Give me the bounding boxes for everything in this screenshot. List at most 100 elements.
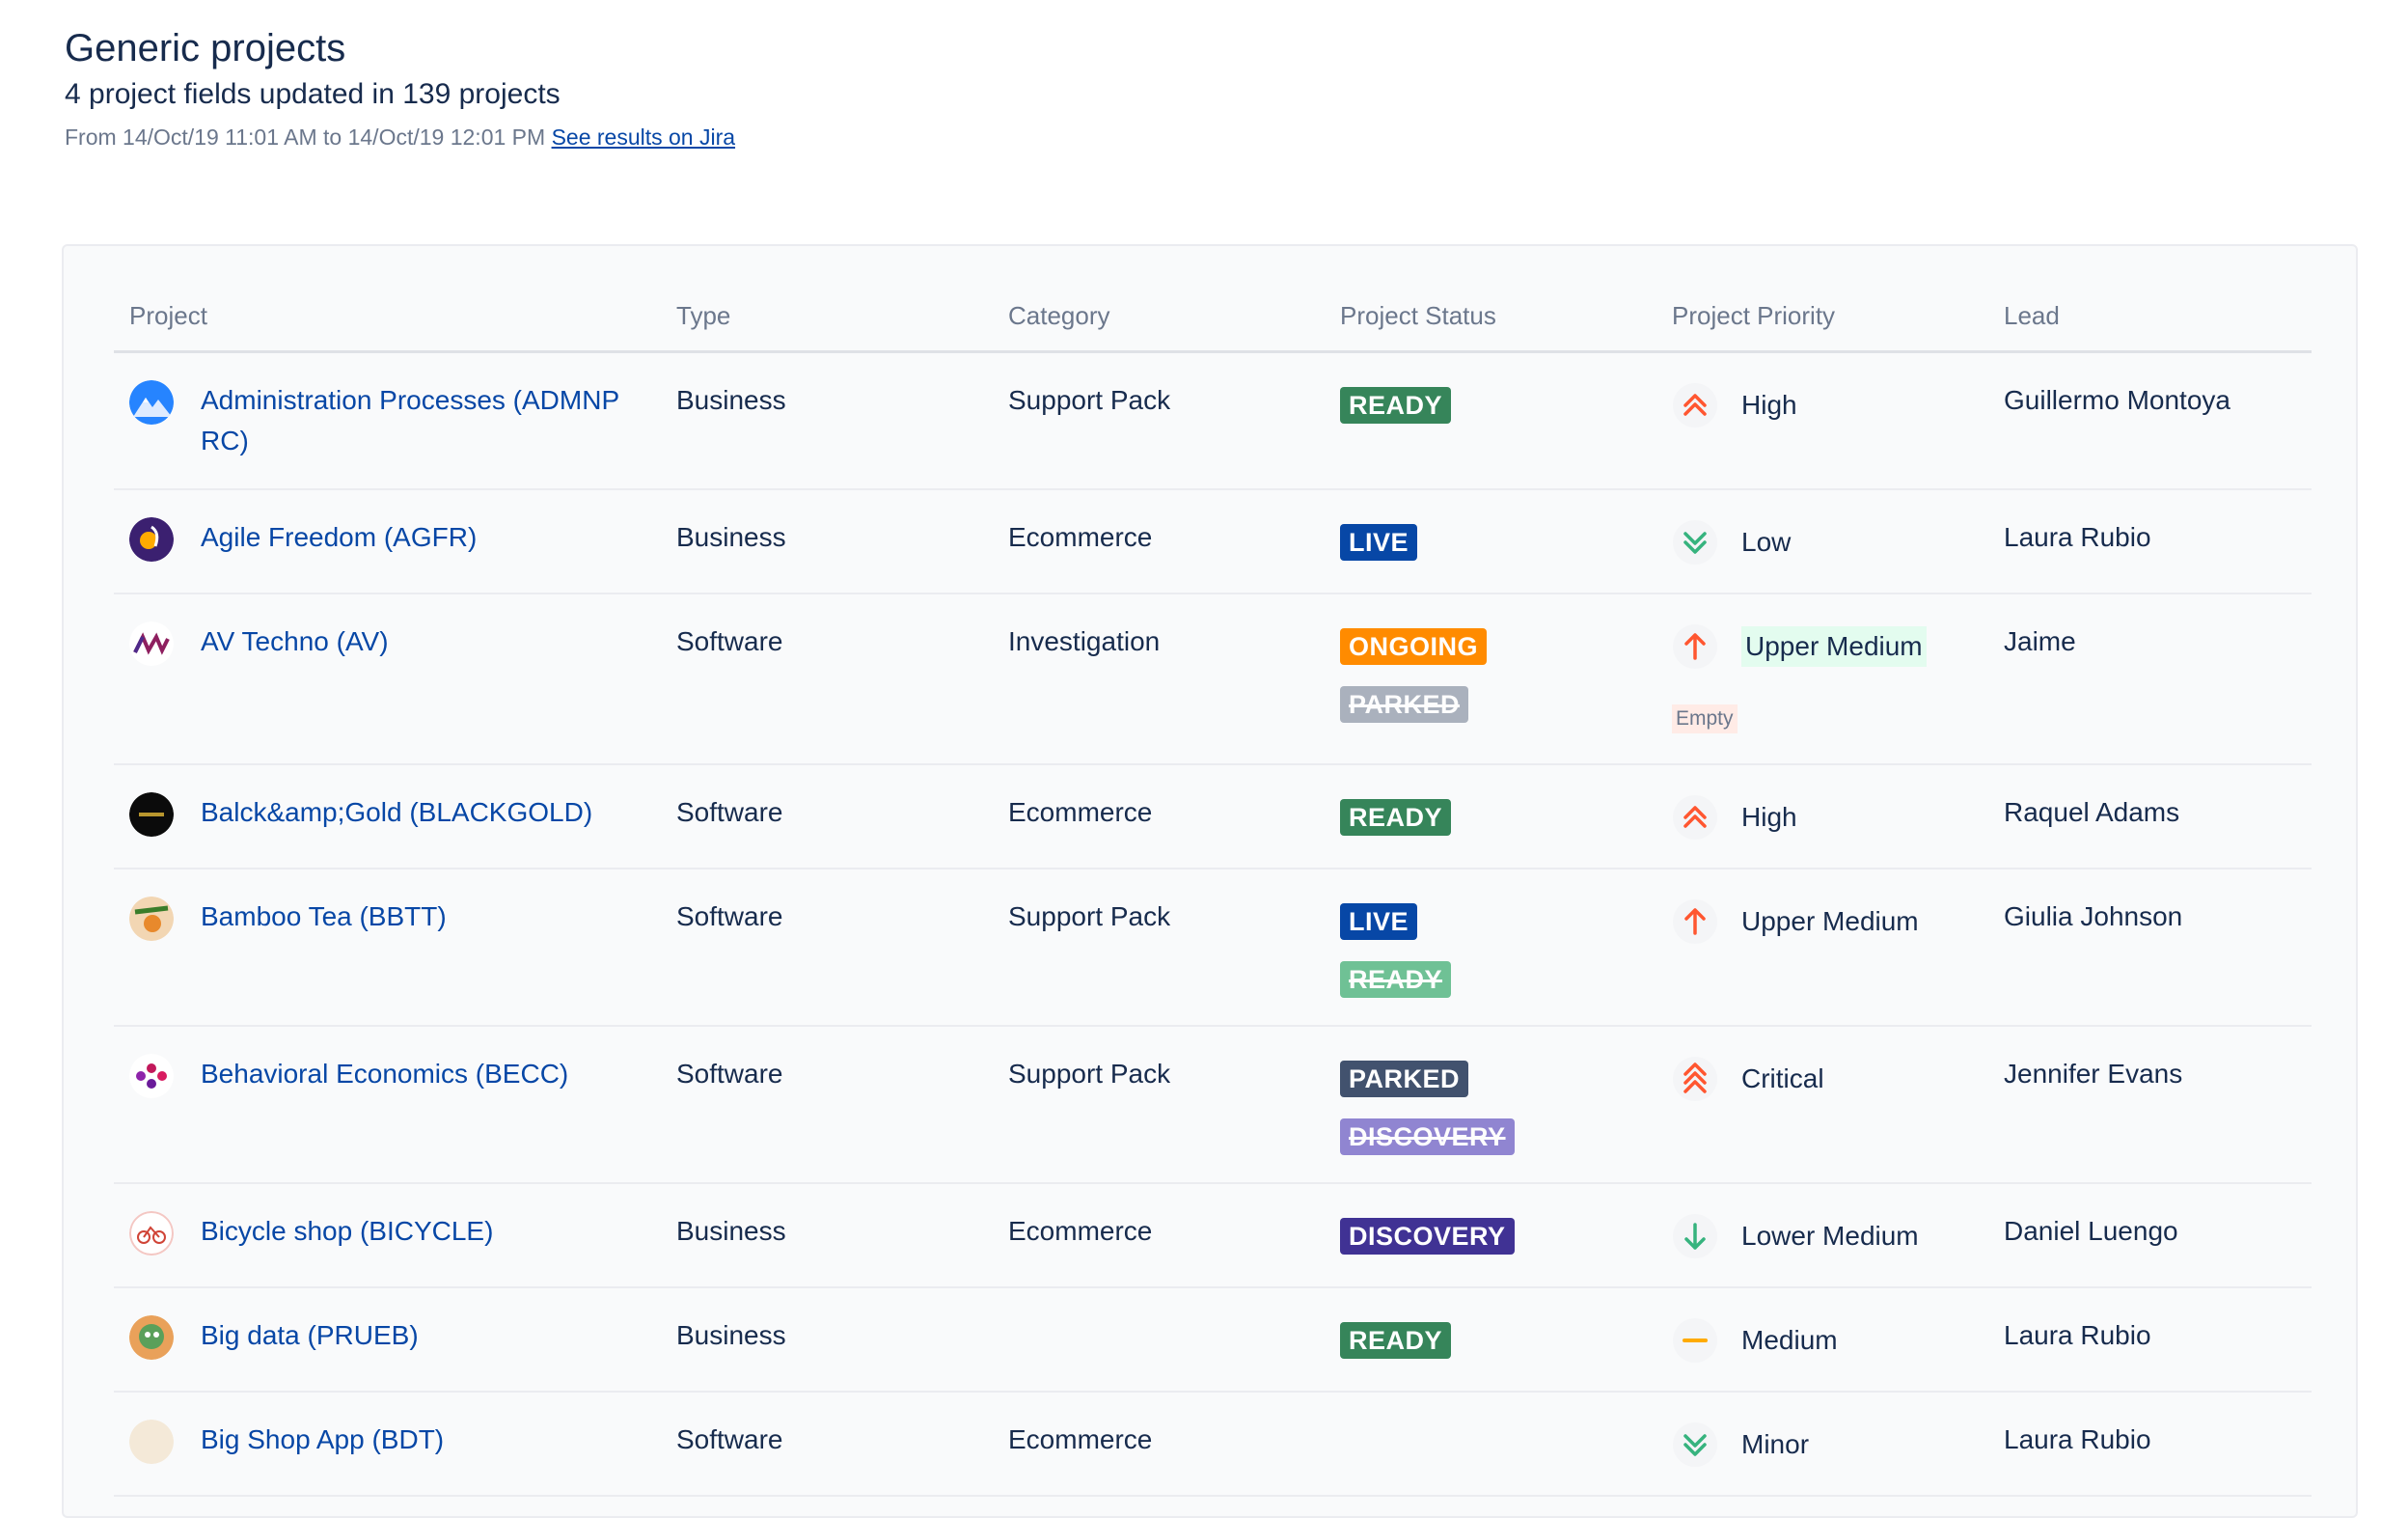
previous-priority-empty: Empty <box>1672 704 1738 733</box>
table-row: Bicycle shop (BICYCLE) Business Ecommerce D… <box>114 1183 2312 1288</box>
priority-label: Lower Medium <box>1741 1221 1919 1251</box>
page-header: Generic projects 4 project fields update… <box>65 23 735 158</box>
cell-project: Administration Processes (ADMNP RC) <box>114 351 661 490</box>
page-title: Generic projects <box>65 27 346 69</box>
table-row: Bamboo Tea (BBTT) Software Support Pack LIV… <box>114 869 2312 1027</box>
cell-priority: Upper Medium <box>1656 869 1988 1027</box>
cell-category: Ecommerce <box>993 489 1325 594</box>
projects-table: Project Type Category Project Status Pro… <box>114 281 2312 1497</box>
cell-category: Ecommerce <box>993 1183 1325 1288</box>
priority-high-icon <box>1672 794 1741 841</box>
project-link[interactable]: Behavioral Economics (BECC) <box>201 1054 568 1094</box>
cell-project: Big Shop App (BDT) <box>114 1392 661 1497</box>
cell-priority: Medium <box>1656 1287 1988 1393</box>
projects-card: Project Type Category Project Status Pro… <box>62 244 2358 1518</box>
cell-lead: Laura Rubio <box>1988 1287 2312 1393</box>
cell-status: PARKED DISCOVERY <box>1325 1026 1656 1184</box>
priority-label: Low <box>1741 527 1792 557</box>
status-lozenge: LIVE <box>1340 524 1418 561</box>
table-row: Behavioral Economics (BECC) Software Suppo… <box>114 1026 2312 1184</box>
cell-project: Behavioral Economics (BECC) <box>114 1026 661 1184</box>
column-header-priority[interactable]: Project Priority <box>1656 281 1988 353</box>
cell-project: AV Techno (AV) <box>114 593 661 765</box>
project-link[interactable]: Bicycle shop (BICYCLE) <box>201 1211 493 1252</box>
priority-critical-icon <box>1672 1056 1741 1102</box>
project-link[interactable]: Big Shop App (BDT) <box>201 1420 444 1460</box>
black-gold-icon <box>129 792 174 837</box>
column-header-lead[interactable]: Lead <box>1988 281 2312 353</box>
priority-value: Critical <box>1672 1056 1988 1102</box>
cell-status: READY <box>1325 351 1656 490</box>
cell-category: Investigation <box>993 593 1325 765</box>
cell-category <box>993 1287 1325 1393</box>
priority-value: High <box>1672 382 1988 428</box>
cell-type: Software <box>661 764 993 869</box>
cell-priority: Low <box>1656 489 1988 594</box>
cell-type: Software <box>661 1026 993 1184</box>
cell-type: Business <box>661 1287 993 1393</box>
priority-medium-icon <box>1672 1317 1741 1364</box>
cell-project: Bamboo Tea (BBTT) <box>114 869 661 1027</box>
cell-lead: Guillermo Montoya <box>1988 351 2312 490</box>
cell-status <box>1325 1392 1656 1497</box>
priority-value: Upper Medium <box>1672 898 1988 945</box>
priority-low-icon <box>1672 1421 1741 1468</box>
agile-freedom-icon <box>129 517 174 562</box>
cell-lead: Jennifer Evans <box>1988 1026 2312 1184</box>
cell-status: ONGOING PARKED <box>1325 593 1656 765</box>
date-range-line: From 14/Oct/19 11:01 AM to 14/Oct/19 12:… <box>65 116 735 158</box>
column-header-status[interactable]: Project Status <box>1325 281 1656 353</box>
status-lozenge: PARKED <box>1340 1061 1469 1097</box>
cell-category: Ecommerce <box>993 1392 1325 1497</box>
project-link[interactable]: AV Techno (AV) <box>201 621 389 662</box>
column-header-category[interactable]: Category <box>993 281 1325 353</box>
status-lozenge: READY <box>1340 387 1452 424</box>
table-header-row: Project Type Category Project Status Pro… <box>114 281 2312 353</box>
table-row: Big Shop App (BDT) Software Ecommerce Minor… <box>114 1392 2312 1497</box>
table-row: Big data (PRUEB) Business READY Medium Laura… <box>114 1287 2312 1393</box>
cell-priority: High <box>1656 764 1988 869</box>
cell-type: Business <box>661 489 993 594</box>
cell-status: LIVE <box>1325 489 1656 594</box>
column-header-project[interactable]: Project <box>114 281 661 353</box>
cell-lead: Giulia Johnson <box>1988 869 2312 1027</box>
cell-lead: Jaime <box>1988 593 2312 765</box>
cell-category: Ecommerce <box>993 764 1325 869</box>
priority-label: Upper Medium <box>1741 906 1919 936</box>
project-link[interactable]: Bamboo Tea (BBTT) <box>201 897 447 937</box>
priority-upper-medium-icon <box>1672 898 1741 945</box>
table-row: Agile Freedom (AGFR) Business Ecommerce LIV… <box>114 489 2312 594</box>
see-results-link[interactable]: See results on Jira <box>552 124 735 150</box>
cell-lead: Raquel Adams <box>1988 764 2312 869</box>
previous-status-lozenge: PARKED <box>1340 686 1469 723</box>
big-data-icon <box>129 1315 174 1360</box>
project-link[interactable]: Agile Freedom (AGFR) <box>201 517 477 558</box>
table-body: Administration Processes (ADMNP RC) Busin… <box>114 351 2312 1497</box>
priority-value: Low <box>1672 519 1988 566</box>
table-row: Administration Processes (ADMNP RC) Busin… <box>114 351 2312 490</box>
priority-label: Minor <box>1741 1429 1810 1459</box>
project-link[interactable]: Administration Processes (ADMNP RC) <box>201 380 661 461</box>
bicycle-icon <box>129 1211 174 1256</box>
priority-label: High <box>1741 802 1797 832</box>
priority-value: High <box>1672 794 1988 841</box>
column-header-type[interactable]: Type <box>661 281 993 353</box>
priority-value: Medium <box>1672 1317 1988 1364</box>
priority-lower-medium-icon <box>1672 1213 1741 1259</box>
cell-status: LIVE READY <box>1325 869 1656 1027</box>
av-techno-icon <box>129 621 174 666</box>
priority-high-icon <box>1672 382 1741 428</box>
cell-status: DISCOVERY <box>1325 1183 1656 1288</box>
date-range: From 14/Oct/19 11:01 AM to 14/Oct/19 12:… <box>65 124 546 150</box>
cell-priority: Upper Medium Empty <box>1656 593 1988 765</box>
cell-category: Support Pack <box>993 1026 1325 1184</box>
project-link[interactable]: Big data (PRUEB) <box>201 1315 419 1356</box>
status-lozenge: LIVE <box>1340 903 1418 940</box>
behavioral-economics-icon <box>129 1054 174 1098</box>
cell-lead: Laura Rubio <box>1988 489 2312 594</box>
priority-upper-medium-icon <box>1672 623 1741 670</box>
project-link[interactable]: Balck&amp;Gold (BLACKGOLD) <box>201 792 592 833</box>
priority-label: Medium <box>1741 1325 1838 1355</box>
cell-priority: Critical <box>1656 1026 1988 1184</box>
cell-project: Balck&amp;Gold (BLACKGOLD) <box>114 764 661 869</box>
